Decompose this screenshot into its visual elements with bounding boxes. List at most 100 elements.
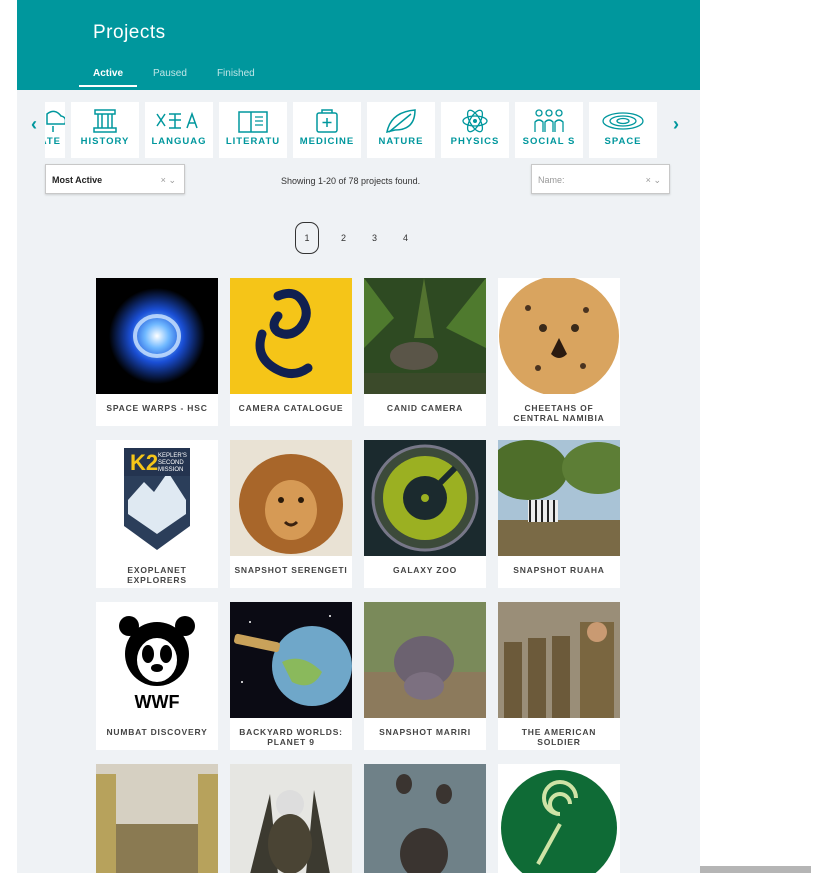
name-filter-controls: × ⌄: [646, 175, 661, 186]
project-image: [230, 764, 352, 873]
project-card[interactable]: WWF NUMBAT DISCOVERY: [96, 602, 218, 750]
status-tabs: Active Paused Finished: [79, 68, 285, 87]
project-name: SNAPSHOT RUAHA: [513, 565, 605, 575]
discipline-climate[interactable]: MATE: [45, 102, 65, 158]
project-card[interactable]: CAMERA CATALOGUE: [230, 278, 352, 426]
tab-paused[interactable]: Paused: [153, 68, 187, 87]
discipline-literature[interactable]: LITERATU: [219, 102, 287, 158]
page-2[interactable]: 2: [328, 233, 359, 243]
discipline-label: MATE: [45, 136, 61, 147]
project-name: CANID CAMERA: [386, 403, 464, 413]
projects-app: Projects Active Paused Finished ‹ › MATE…: [17, 0, 700, 873]
sort-select[interactable]: Most Active × ⌄: [45, 164, 185, 194]
project-card[interactable]: [96, 764, 218, 873]
discipline-physics[interactable]: PHYSICS: [441, 102, 509, 158]
discipline-label: SPACE: [604, 136, 642, 147]
project-name: THE AMERICAN SOLDIER: [521, 727, 597, 747]
project-card[interactable]: BACKYARD WORLDS: PLANET 9: [230, 602, 352, 750]
project-name: SPACE WARPS - HSC: [106, 403, 208, 413]
discipline-label: SOCIAL S: [522, 136, 576, 147]
project-image: [364, 764, 486, 873]
k2-badge-line: MISSION: [158, 467, 183, 473]
clear-icon[interactable]: ×: [646, 175, 651, 185]
discipline-filter: MATE HISTORY LANGUAG LITERATU MEDICINE N…: [45, 102, 685, 158]
discipline-label: NATURE: [378, 136, 424, 147]
project-image: [230, 278, 352, 394]
literature-icon: [238, 111, 268, 133]
project-card[interactable]: SNAPSHOT SERENGETI: [230, 440, 352, 588]
project-card[interactable]: [364, 764, 486, 873]
project-name: SNAPSHOT MARIRI: [379, 727, 471, 737]
project-card[interactable]: SPACE WARPS - HSC: [96, 278, 218, 426]
project-image: [230, 602, 352, 718]
project-image: [364, 602, 486, 718]
history-icon: [93, 109, 117, 133]
discipline-nature[interactable]: NATURE: [367, 102, 435, 158]
project-card[interactable]: CANID CAMERA: [364, 278, 486, 426]
discipline-label: MEDICINE: [299, 136, 355, 147]
project-image: K2 KEPLER'S SECOND MISSION: [96, 440, 218, 556]
project-image: WWF: [96, 602, 218, 718]
project-image: [230, 440, 352, 556]
medicine-icon: [316, 109, 338, 133]
projects-header: Projects Active Paused Finished: [17, 0, 700, 90]
project-card[interactable]: SNAPSHOT RUAHA: [498, 440, 620, 588]
social-science-icon: [534, 109, 564, 132]
discipline-social-science[interactable]: SOCIAL S: [515, 102, 583, 158]
project-image: [498, 602, 620, 718]
project-card[interactable]: [498, 764, 620, 873]
project-card[interactable]: [230, 764, 352, 873]
climate-icon: [46, 110, 65, 132]
project-card[interactable]: K2 KEPLER'S SECOND MISSION EXOPLANET EXP…: [96, 440, 218, 588]
project-name: SNAPSHOT SERENGETI: [234, 565, 348, 575]
project-name: BACKYARD WORLDS: PLANET 9: [239, 727, 343, 747]
discipline-medicine[interactable]: MEDICINE: [293, 102, 361, 158]
disciplines-prev-button[interactable]: ‹: [31, 114, 37, 135]
project-image: [498, 764, 620, 873]
project-image: [96, 764, 218, 873]
k2-badge-text: K2: [130, 450, 158, 475]
chevron-down-icon: ⌄: [168, 175, 176, 185]
discipline-label: LITERATU: [225, 136, 281, 147]
discipline-label: HISTORY: [80, 136, 130, 147]
clear-icon[interactable]: ×: [161, 175, 166, 185]
project-name: EXOPLANET EXPLORERS: [127, 565, 187, 585]
language-icon: [156, 111, 198, 129]
name-filter[interactable]: Name: × ⌄: [531, 164, 670, 194]
project-name: CAMERA CATALOGUE: [238, 403, 344, 413]
project-card[interactable]: CHEETAHS OF CENTRAL NAMIBIA: [498, 278, 620, 426]
page-1[interactable]: 1: [295, 222, 319, 254]
project-card[interactable]: THE AMERICAN SOLDIER: [498, 602, 620, 750]
page-title: Projects: [93, 22, 166, 43]
physics-icon: [462, 109, 488, 133]
page-3[interactable]: 3: [359, 233, 390, 243]
discipline-language[interactable]: LANGUAG: [145, 102, 213, 158]
project-image: [96, 278, 218, 394]
discipline-label: LANGUAG: [151, 136, 207, 147]
project-card[interactable]: GALAXY ZOO: [364, 440, 486, 588]
chevron-down-icon: ⌄: [653, 175, 661, 185]
horizontal-scrollbar[interactable]: [700, 866, 811, 873]
project-image: [498, 278, 620, 394]
discipline-history[interactable]: HISTORY: [71, 102, 139, 158]
project-image: [498, 440, 620, 556]
sort-controls: × ⌄: [161, 175, 176, 186]
discipline-space[interactable]: SPACE: [589, 102, 657, 158]
name-filter-placeholder: Name:: [538, 175, 565, 185]
tab-active[interactable]: Active: [79, 68, 138, 87]
nature-icon: [386, 109, 416, 134]
project-name: NUMBAT DISCOVERY: [106, 727, 208, 737]
project-image: [364, 278, 486, 394]
k2-badge-line: SECOND: [158, 460, 184, 466]
results-count: Showing 1-20 of 78 projects found.: [281, 176, 421, 186]
pagination: 1 2 3 4: [295, 222, 421, 254]
tab-finished[interactable]: Finished: [217, 68, 255, 87]
k2-badge-line: KEPLER'S: [158, 453, 187, 459]
project-name: CHEETAHS OF CENTRAL NAMIBIA: [513, 403, 605, 423]
project-name: GALAXY ZOO: [392, 565, 458, 575]
sort-value: Most Active: [52, 175, 103, 185]
wwf-logo-text: WWF: [135, 692, 180, 712]
project-image: [364, 440, 486, 556]
page-4[interactable]: 4: [390, 233, 421, 243]
project-card[interactable]: SNAPSHOT MARIRI: [364, 602, 486, 750]
